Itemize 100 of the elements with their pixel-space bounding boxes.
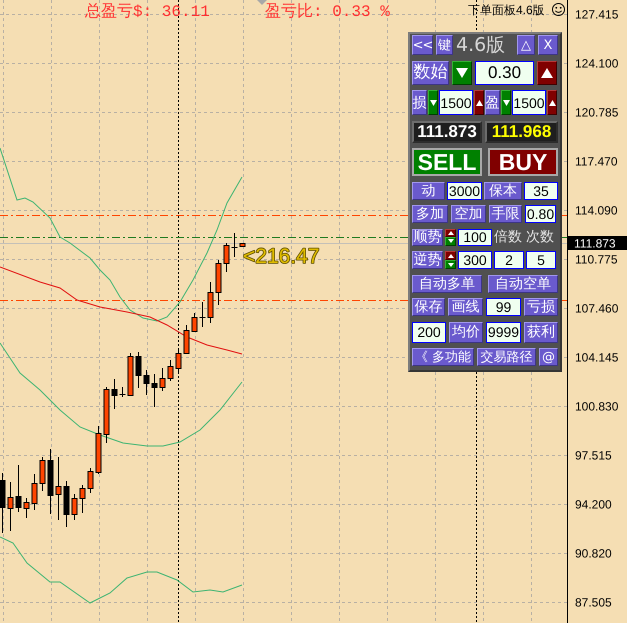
- down-triangle-icon: [502, 100, 510, 106]
- take-profit-button[interactable]: 盈: [485, 90, 500, 115]
- take-profit-field[interactable]: 1500: [512, 90, 546, 115]
- candlestick: [16, 464, 22, 512]
- smiley-icon: [552, 3, 565, 16]
- multiplier-field[interactable]: 2: [494, 251, 524, 269]
- more-functions-button[interactable]: 《 多功能: [412, 348, 474, 366]
- increase-button[interactable]: [537, 60, 557, 84]
- candlestick: [72, 494, 78, 520]
- keys-button[interactable]: 键: [436, 35, 453, 55]
- average-field[interactable]: 200: [412, 322, 446, 342]
- price-label: 104.145: [575, 350, 618, 364]
- down-triangle-icon: [456, 68, 468, 78]
- up-triangle-icon: [548, 100, 556, 106]
- breakeven-field[interactable]: 35: [524, 182, 558, 200]
- candlestick: [144, 370, 150, 396]
- price-label: 107.460: [575, 302, 618, 316]
- candlestick: [224, 242, 230, 272]
- lots-field[interactable]: 0.30: [475, 60, 534, 84]
- price-label: 110.775: [575, 252, 618, 266]
- trailing-button[interactable]: 动: [412, 182, 445, 200]
- up-triangle-icon: [541, 68, 553, 78]
- down-triangle-icon: [448, 262, 454, 266]
- multiplier-label: 倍数: [494, 228, 523, 246]
- price-label: 114.090: [575, 204, 618, 218]
- version-label: 4.6版: [456, 35, 506, 55]
- sell-button[interactable]: SELL: [412, 148, 482, 176]
- collapse-button[interactable]: <<: [412, 35, 433, 55]
- loss-percent-field[interactable]: 99: [486, 298, 521, 316]
- average-price-button[interactable]: 均价: [449, 322, 483, 342]
- candlestick: [0, 472, 6, 534]
- candlestick: [199, 302, 206, 328]
- close-button[interactable]: X: [538, 35, 558, 55]
- trend-button[interactable]: 顺势: [412, 228, 443, 246]
- candlestick: [64, 480, 70, 528]
- candlestick: [168, 360, 174, 382]
- lot-limit-field[interactable]: 0.80: [525, 205, 556, 223]
- price-label: 87.505: [575, 596, 612, 610]
- price-label: 124.100: [575, 56, 618, 70]
- stop-loss-button[interactable]: 损: [412, 90, 427, 115]
- profit-button[interactable]: 获利: [524, 322, 558, 342]
- auto-short-button[interactable]: 自动空单: [488, 274, 558, 292]
- price-label: 94.200: [575, 498, 612, 512]
- candlestick: [80, 484, 86, 514]
- total-profit-label: 总盈亏$: 36.11: [85, 3, 210, 21]
- candlestick: [192, 312, 198, 332]
- increase-button[interactable]: [445, 251, 456, 260]
- increase-button[interactable]: [547, 90, 557, 115]
- candlestick: [24, 498, 30, 518]
- up-triangle-icon: [448, 230, 454, 235]
- counter-trend-button[interactable]: 逆势: [412, 251, 443, 269]
- add-short-button[interactable]: 空加: [451, 205, 486, 223]
- breakeven-button[interactable]: 保本: [484, 182, 522, 200]
- candlestick: [96, 426, 102, 474]
- price-label: 120.785: [575, 106, 618, 120]
- counter-trend-field[interactable]: 300: [458, 251, 492, 269]
- decrease-button[interactable]: [445, 260, 456, 269]
- auto-long-button[interactable]: 自动多单: [412, 274, 482, 292]
- trade-path-button[interactable]: 交易路径: [477, 348, 536, 366]
- minimize-button[interactable]: △: [517, 35, 535, 55]
- candlestick: [56, 456, 62, 520]
- candlestick: [184, 324, 190, 354]
- profit-field[interactable]: 9999: [486, 322, 521, 342]
- candlestick: [88, 468, 94, 494]
- trend-field[interactable]: 100: [458, 228, 492, 246]
- price-label: 117.470: [575, 154, 618, 168]
- price-label: 97.515: [575, 448, 612, 462]
- up-triangle-icon: [476, 100, 482, 106]
- count-label: 次数: [526, 228, 555, 246]
- add-long-button[interactable]: 多加: [412, 205, 448, 223]
- candlestick: [8, 482, 14, 532]
- trailing-field[interactable]: 3000: [447, 182, 482, 200]
- candlestick: [40, 456, 46, 492]
- loss-button[interactable]: 亏损: [524, 298, 558, 316]
- increase-button[interactable]: [474, 90, 484, 115]
- up-triangle-icon: [448, 254, 454, 258]
- decrease-button[interactable]: [452, 60, 472, 84]
- price-line-label: <216.47: [243, 245, 320, 268]
- stop-loss-field[interactable]: 1500: [439, 90, 473, 115]
- at-button[interactable]: @: [539, 348, 558, 366]
- price-label: 90.820: [575, 546, 612, 560]
- decrease-button[interactable]: [501, 90, 511, 115]
- candlestick: [104, 386, 110, 444]
- decrease-button[interactable]: [445, 237, 456, 246]
- triangle-marker-icon: [257, 0, 267, 5]
- price-label: 100.830: [575, 400, 618, 414]
- decrease-button[interactable]: [428, 90, 438, 115]
- price-label: 127.415: [575, 8, 618, 22]
- lot-limit-button[interactable]: 手限: [489, 205, 522, 223]
- buy-button[interactable]: BUY: [488, 148, 558, 176]
- increase-button[interactable]: [445, 228, 456, 237]
- save-button[interactable]: 保存: [412, 298, 445, 316]
- ask-price-display: 111.968: [492, 123, 552, 140]
- down-triangle-icon: [448, 239, 454, 244]
- current-price-tag: 111.873: [568, 236, 627, 250]
- candlestick: [216, 260, 222, 306]
- draw-line-button[interactable]: 画线: [448, 298, 483, 316]
- lots-button[interactable]: 数始: [412, 60, 449, 84]
- candlestick: [152, 374, 158, 408]
- count-field[interactable]: 5: [526, 251, 556, 269]
